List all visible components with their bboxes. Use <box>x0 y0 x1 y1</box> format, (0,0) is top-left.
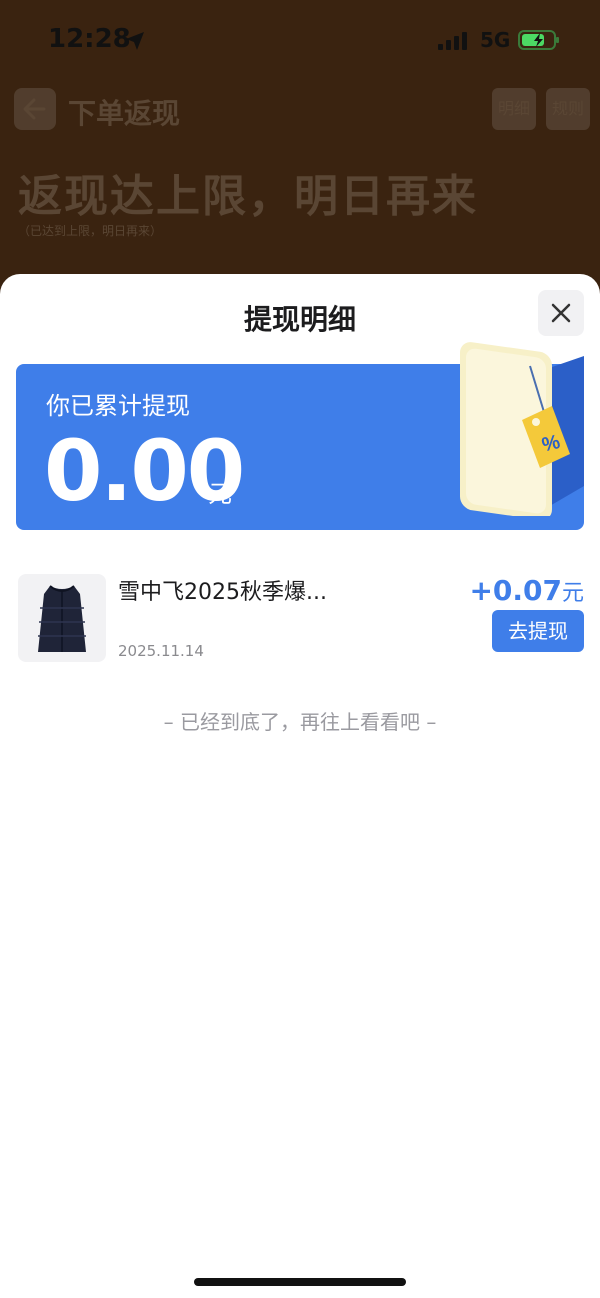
back-arrow-icon <box>23 98 46 120</box>
end-of-list-note: – 已经到底了，再往上看看吧 – <box>163 710 437 734</box>
back-button[interactable] <box>14 88 56 130</box>
signal-icon <box>438 32 467 50</box>
close-button[interactable] <box>538 290 584 336</box>
item-amount-value: +0.07 <box>469 574 562 607</box>
total-withdraw-label: 你已累计提现 <box>46 392 190 420</box>
vest-product-image <box>18 574 106 662</box>
withdraw-detail-sheet: 提现明细 你已累计提现 0.00 元 % 雪中飞2025秋季爆... 2025.… <box>0 274 600 1298</box>
wallet-tag-illustration: % <box>460 342 584 516</box>
total-withdraw-banner: 你已累计提现 0.00 元 % <box>16 342 584 530</box>
background-headline: 返现达上限，明日再来 <box>18 171 478 222</box>
network-type: 5G <box>480 28 511 52</box>
close-icon <box>551 303 571 323</box>
home-indicator <box>194 1278 406 1286</box>
background-page-title: 下单返现 <box>68 97 181 130</box>
status-time: 12:28 <box>48 24 131 54</box>
status-bar: 12:28 5G <box>0 0 600 80</box>
item-title: 雪中飞2025秋季爆... <box>118 580 327 605</box>
battery-icon <box>518 30 559 50</box>
item-amount-unit: 元 <box>561 581 584 606</box>
withdraw-button[interactable]: 去提现 <box>492 610 584 652</box>
rules-button[interactable]: 规则 <box>546 88 590 130</box>
background-subtext: （已达到上限，明日再来） <box>18 224 163 238</box>
total-withdraw-unit: 元 <box>208 480 232 508</box>
sheet-title: 提现明细 <box>243 303 356 336</box>
list-item[interactable]: 雪中飞2025秋季爆... 2025.11.14 +0.07元 去提现 <box>18 574 584 662</box>
item-date: 2025.11.14 <box>118 642 204 660</box>
detail-button[interactable]: 明细 <box>492 88 536 130</box>
item-amount: +0.07元 <box>469 574 584 607</box>
location-arrow-icon <box>126 32 144 50</box>
